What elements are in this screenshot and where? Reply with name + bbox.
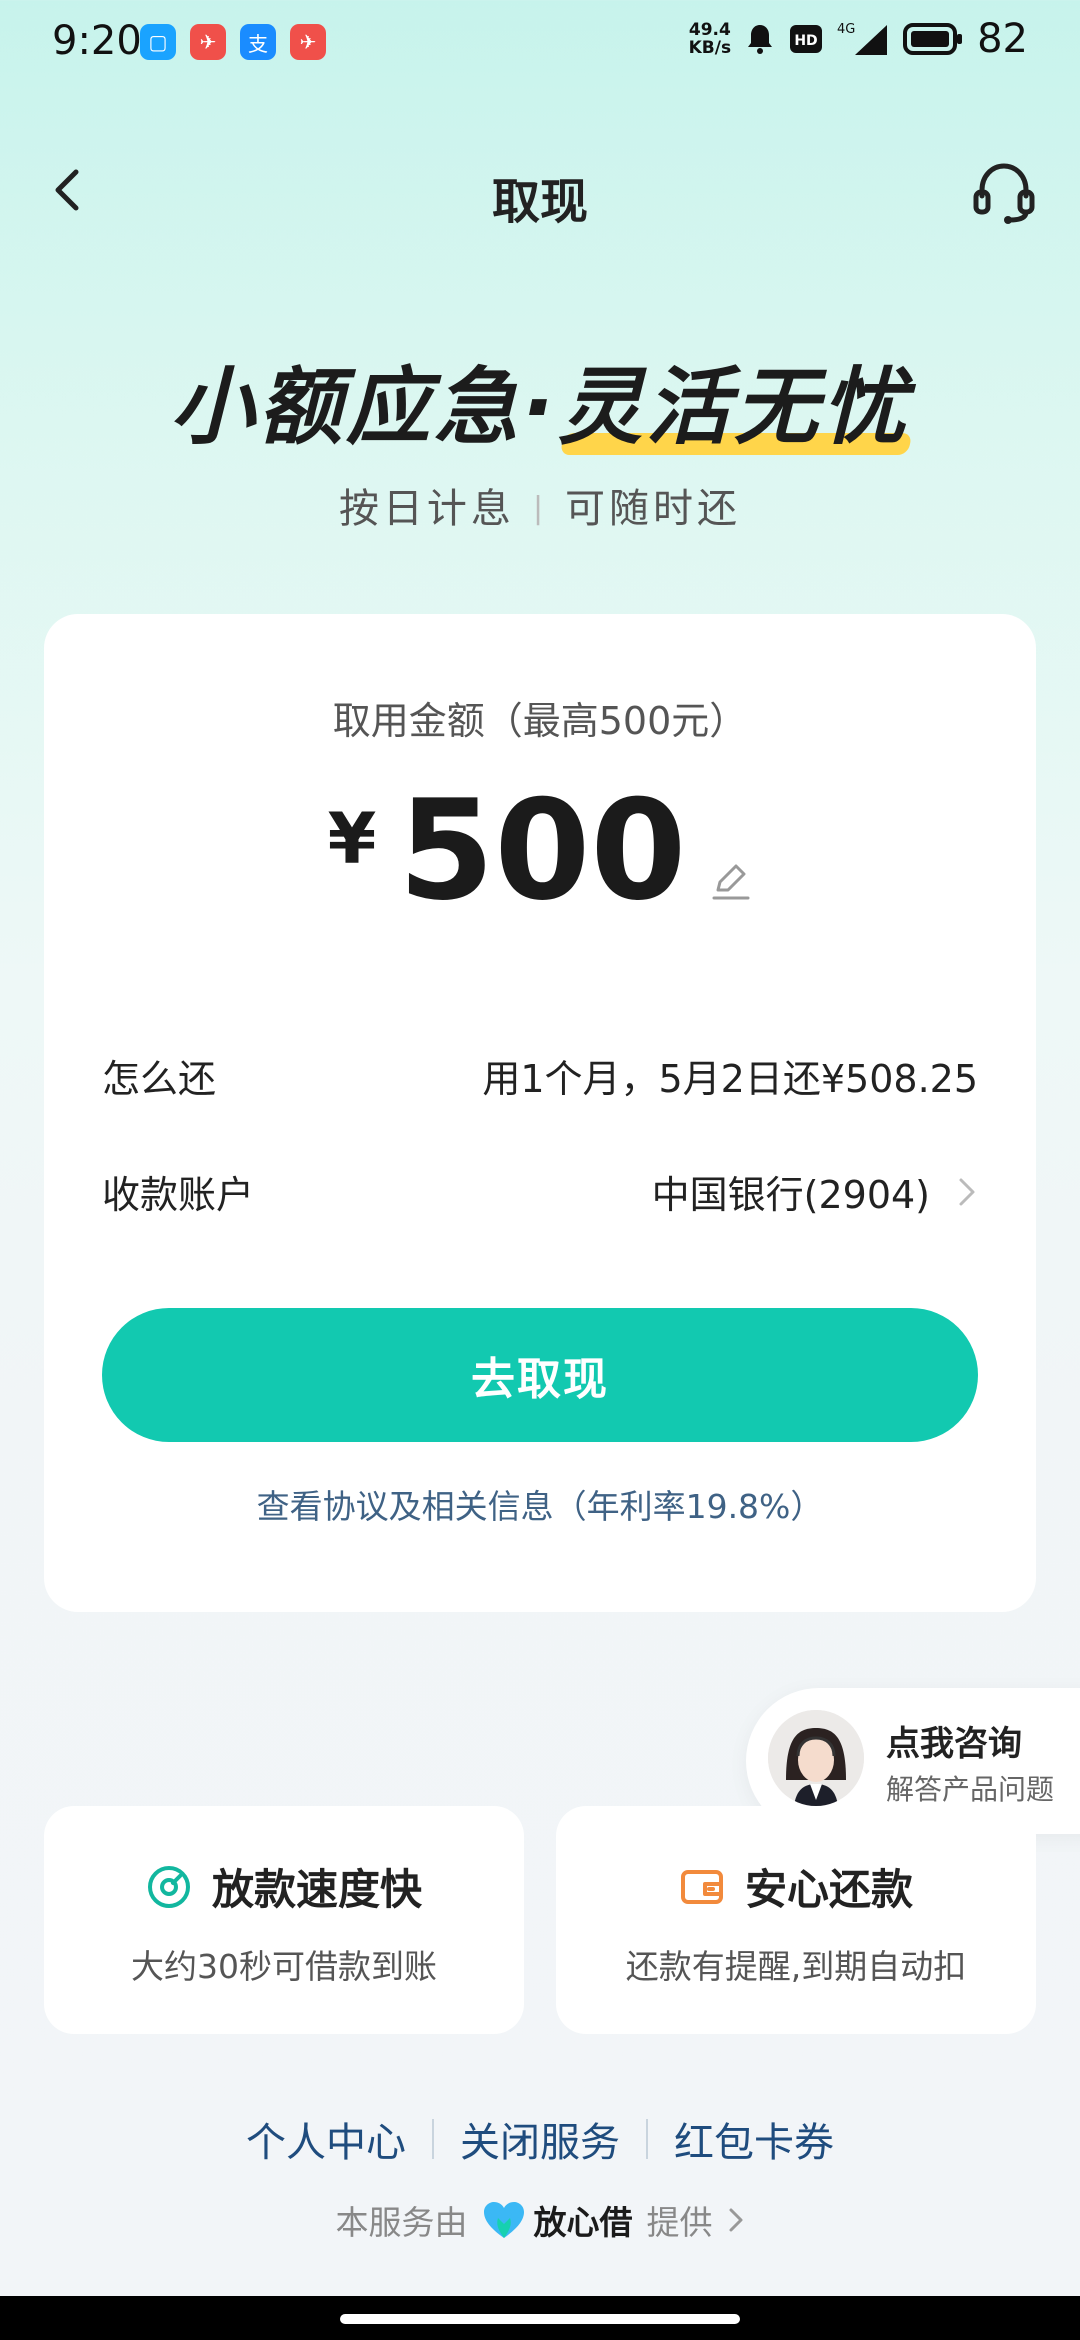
account-value-wrap[interactable]: 中国银行(2904) bbox=[652, 1164, 978, 1219]
agent-avatar bbox=[768, 1710, 864, 1806]
amount-row[interactable]: ¥ 500 bbox=[44, 782, 1036, 920]
repay-label: 怎么还 bbox=[102, 1057, 217, 1101]
alipay-icon: 支 bbox=[240, 24, 276, 60]
speed-gauge-icon bbox=[147, 1865, 190, 1908]
withdraw-button[interactable]: 去取现 bbox=[102, 1308, 978, 1442]
hd-icon: HD bbox=[790, 25, 823, 53]
withdraw-card: 取用金额（最高500元） ¥ 500 怎么还 用1个月，5月2日还¥508.25… bbox=[44, 614, 1036, 1612]
app-notification-icon-2: ✈ bbox=[290, 24, 326, 60]
agent-avatar-image bbox=[768, 1710, 864, 1806]
sub-slogan: 按日计息 | 可随时还 bbox=[0, 476, 1080, 534]
status-notification-icons: ▢ ✈ 支 ✈ bbox=[140, 24, 326, 60]
signal-4g-icon: 4G bbox=[837, 22, 888, 55]
home-indicator[interactable] bbox=[340, 2314, 740, 2324]
account-label: 收款账户 bbox=[102, 1173, 255, 1217]
feature-card-safe-repay: 安心还款 还款有提醒,到期自动扣 bbox=[556, 1806, 1036, 2034]
status-right: 49.4 KB/s HD 4G 82 bbox=[689, 16, 1028, 62]
repay-row: 怎么还 用1个月，5月2日还¥508.25 bbox=[102, 1048, 978, 1103]
footer-link-personal-center[interactable]: 个人中心 bbox=[246, 2110, 406, 2168]
amount-label: 取用金额（最高500元） bbox=[332, 699, 748, 743]
speed-unit: KB/s bbox=[688, 38, 732, 58]
feature-card-fast-loan: 放款速度快 大约30秒可借款到账 bbox=[44, 1806, 524, 2034]
currency-symbol: ¥ bbox=[327, 798, 377, 880]
provider-name: 放心借 bbox=[533, 2203, 633, 2242]
svg-text:4G: 4G bbox=[837, 22, 855, 37]
headset-icon bbox=[973, 163, 1035, 224]
slogan: 小额应急·灵活无忧 bbox=[0, 340, 1080, 461]
repay-value: 用1个月，5月2日还¥508.25 bbox=[482, 1057, 978, 1101]
status-bar: 9:20 ▢ ✈ 支 ✈ 49.4 KB/s HD 4G 82 bbox=[0, 0, 1080, 86]
footer-link-coupons[interactable]: 红包卡券 bbox=[674, 2110, 834, 2168]
sub-slogan-right: 可随时还 bbox=[565, 486, 742, 532]
provider-logo: 放心借 bbox=[482, 2196, 633, 2244]
divider bbox=[432, 2119, 434, 2159]
svg-text:HD: HD bbox=[794, 33, 817, 49]
customer-service-button[interactable] bbox=[968, 158, 1040, 228]
footer-link-close-service[interactable]: 关闭服务 bbox=[460, 2110, 620, 2168]
battery-icon bbox=[903, 23, 963, 55]
slogan-part1: 小额应急· bbox=[170, 358, 558, 456]
feature-desc: 大约30秒可借款到账 bbox=[131, 1947, 437, 1986]
account-value: 中国银行(2904) bbox=[651, 1173, 930, 1217]
app-notification-icon: ✈ bbox=[190, 24, 226, 60]
header: 取现 bbox=[0, 140, 1080, 240]
network-speed: 49.4 KB/s bbox=[689, 21, 731, 57]
feature-title: 放款速度快 bbox=[211, 1865, 422, 1914]
agreement-link[interactable]: 查看协议及相关信息（年利率19.8%） bbox=[44, 1480, 1036, 1528]
feature-desc: 还款有提醒,到期自动扣 bbox=[625, 1947, 967, 1986]
provider-suffix: 提供 bbox=[646, 2203, 713, 2242]
provider-prefix: 本服务由 bbox=[335, 2203, 468, 2242]
sub-slogan-separator: | bbox=[532, 491, 548, 526]
speed-value: 49.4 bbox=[688, 20, 731, 40]
provider-line[interactable]: 本服务由 放心借 提供 bbox=[0, 2196, 1080, 2244]
chevron-right-icon bbox=[959, 1178, 975, 1205]
bell-icon bbox=[748, 25, 773, 54]
feature-title: 安心还款 bbox=[744, 1865, 913, 1914]
message-app-icon: ▢ bbox=[140, 24, 176, 60]
slogan-part2-highlight: 灵活无忧 bbox=[558, 340, 910, 461]
feature-head: 放款速度快 bbox=[44, 1856, 524, 1917]
footer-links: 个人中心 关闭服务 红包卡券 bbox=[0, 2110, 1080, 2168]
heart-logo-icon bbox=[483, 2202, 524, 2238]
wallet-icon bbox=[680, 1869, 723, 1904]
status-time: 9:20 bbox=[52, 18, 142, 64]
feature-head: 安心还款 bbox=[556, 1856, 1036, 1917]
chevron-right-icon bbox=[729, 2208, 742, 2232]
sub-slogan-left: 按日计息 bbox=[338, 486, 515, 532]
consult-title: 点我咨询 bbox=[886, 1724, 1022, 1764]
page-title: 取现 bbox=[491, 174, 588, 230]
account-row[interactable]: 收款账户 中国银行(2904) bbox=[102, 1164, 978, 1219]
battery-level: 82 bbox=[977, 16, 1028, 62]
consult-subtitle: 解答产品问题 bbox=[886, 1773, 1055, 1806]
edit-pencil-icon[interactable] bbox=[708, 858, 752, 902]
divider bbox=[646, 2119, 648, 2159]
amount-value[interactable]: 500 bbox=[398, 782, 686, 920]
